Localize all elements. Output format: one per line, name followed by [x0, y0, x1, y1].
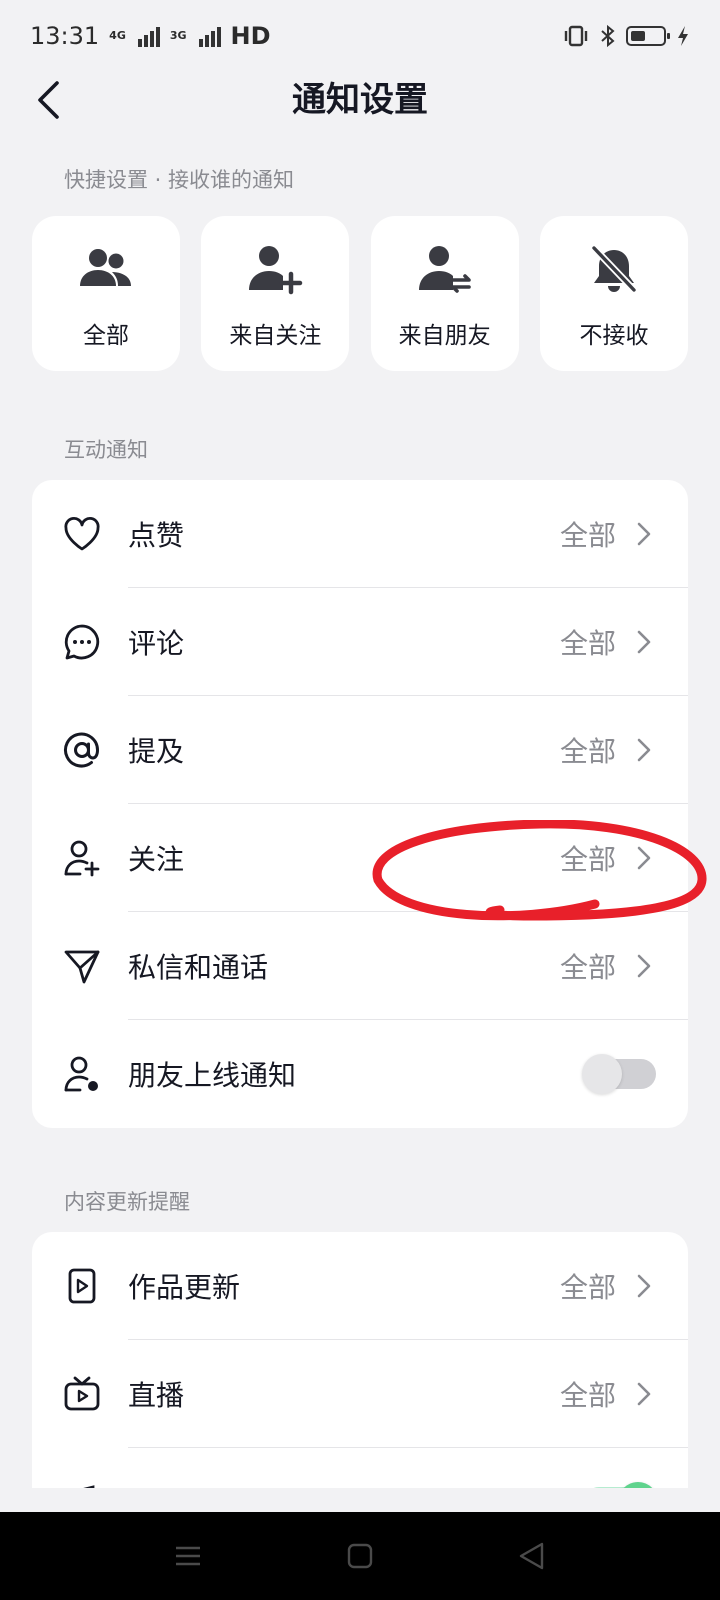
swap-user-icon	[415, 242, 475, 298]
video-icon	[62, 1266, 102, 1306]
chevron-right-icon	[637, 522, 651, 546]
friend-online-toggle[interactable]	[582, 1054, 656, 1094]
bluetooth-icon	[601, 24, 615, 48]
row-label: 作品更新	[128, 1271, 241, 1304]
battery-icon	[626, 26, 670, 46]
status-left: 13:31 4G 3G HD	[30, 22, 271, 50]
tv-icon	[62, 1374, 102, 1414]
back-nav-icon[interactable]	[516, 1540, 548, 1572]
toggle-knob	[618, 1482, 658, 1488]
network-type-1: 4G	[109, 29, 126, 42]
chevron-right-icon	[637, 1274, 651, 1298]
quick-option-label: 来自朋友	[398, 323, 491, 349]
row-label: 关注	[128, 843, 185, 876]
home-icon[interactable]	[344, 1540, 376, 1572]
row-label: 点赞	[128, 519, 185, 552]
content-updates-group: 作品更新 全部 直播 全部	[32, 1232, 688, 1488]
toggle-knob	[582, 1054, 622, 1094]
quick-settings: 全部 来自关注 来自朋友 不接收	[32, 216, 688, 371]
status-time: 13:31	[30, 22, 100, 50]
row-value: 全部	[559, 843, 616, 876]
hd-indicator: HD	[230, 22, 271, 50]
add-user-icon	[245, 242, 305, 298]
partial-row-toggle[interactable]	[584, 1482, 658, 1488]
row-value: 全部	[559, 1271, 616, 1304]
row-live[interactable]: 直播 全部	[32, 1340, 688, 1448]
row-messages-calls[interactable]: 私信和通话 全部	[32, 912, 688, 1020]
row-label: 提及	[128, 735, 185, 768]
quick-settings-label: 快捷设置 · 接收谁的通知	[64, 168, 295, 192]
row-label: 私信和通话	[128, 951, 269, 984]
chevron-right-icon	[637, 954, 651, 978]
row-mentions[interactable]: 提及 全部	[32, 696, 688, 804]
people-icon	[76, 242, 136, 298]
chevron-right-icon	[637, 846, 651, 870]
row-follows[interactable]: 关注 全部	[32, 804, 688, 912]
row-label: 直播	[128, 1379, 185, 1412]
row-label: 朋友上线通知	[128, 1059, 297, 1092]
status-right	[562, 24, 690, 48]
quick-option-following[interactable]: 来自关注	[201, 216, 350, 371]
quick-option-none[interactable]: 不接收	[539, 216, 688, 371]
row-friend-online: 朋友上线通知	[32, 1020, 688, 1128]
comment-icon	[62, 622, 102, 662]
friend-online-icon	[62, 1054, 102, 1094]
quick-option-label: 全部	[83, 323, 129, 349]
page-title: 通知设置	[292, 80, 428, 120]
status-bar: 13:31 4G 3G HD	[0, 0, 720, 72]
quick-option-all[interactable]: 全部	[32, 216, 180, 371]
send-icon	[62, 946, 102, 986]
row-label: 评论	[128, 627, 185, 660]
header: 通知设置	[0, 72, 720, 128]
menu-icon[interactable]	[172, 1540, 204, 1572]
system-nav-bar	[0, 1512, 720, 1600]
signal-icon	[137, 25, 160, 47]
follow-icon	[62, 838, 102, 878]
charging-icon	[678, 26, 688, 46]
heart-icon	[62, 514, 102, 554]
network-type-2: 3G	[169, 29, 187, 42]
row-value: 全部	[559, 951, 616, 984]
chevron-right-icon	[637, 738, 651, 762]
interaction-section-label: 互动通知	[64, 438, 148, 462]
chevron-right-icon	[637, 1382, 651, 1406]
bell-off-icon	[584, 242, 644, 298]
at-icon	[62, 730, 102, 770]
quick-option-friends[interactable]: 来自朋友	[370, 216, 519, 371]
quick-option-label: 不接收	[579, 323, 649, 349]
content-updates-section-label: 内容更新提醒	[64, 1190, 190, 1214]
music-icon	[62, 1482, 102, 1488]
row-value: 全部	[559, 627, 616, 660]
row-comments[interactable]: 评论 全部	[32, 588, 688, 696]
row-likes[interactable]: 点赞 全部	[32, 480, 688, 588]
row-value: 全部	[559, 1379, 616, 1412]
quick-option-label: 来自关注	[229, 323, 322, 349]
signal-icon	[198, 25, 221, 47]
chevron-right-icon	[637, 630, 651, 654]
row-partial	[32, 1448, 688, 1488]
row-value: 全部	[559, 735, 616, 768]
interaction-group: 点赞 全部 评论 全部 提及 全部 关注 全部 私信和通话 全部 朋友上线通知	[32, 480, 688, 1128]
vibrate-icon	[564, 25, 588, 47]
row-value: 全部	[559, 519, 616, 552]
row-works-update[interactable]: 作品更新 全部	[32, 1232, 688, 1340]
